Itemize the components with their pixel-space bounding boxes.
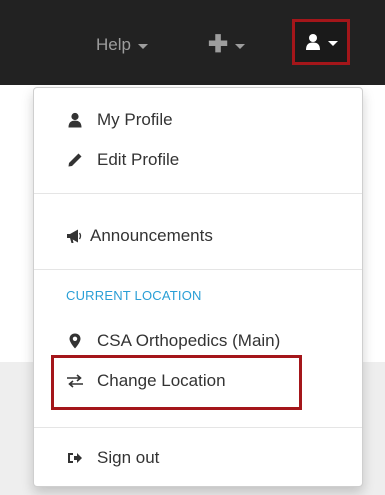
menu-divider — [34, 193, 362, 194]
user-dropdown-menu: My Profile Edit Profile Announcements CU… — [33, 87, 363, 487]
help-label: Help — [96, 35, 131, 54]
menu-item-label: Sign out — [97, 448, 160, 467]
menu-item-my-profile[interactable]: My Profile — [34, 105, 362, 135]
menu-item-label: My Profile — [97, 110, 173, 129]
bullhorn-icon — [66, 227, 84, 245]
help-menu-toggle[interactable]: Help — [96, 23, 148, 67]
current-location-header: CURRENT LOCATION — [66, 288, 202, 303]
user-menu-toggle[interactable] — [292, 19, 350, 65]
menu-item-sign-out[interactable]: Sign out — [34, 443, 362, 473]
menu-divider — [34, 269, 362, 270]
sign-out-icon — [66, 449, 84, 467]
menu-item-label: Announcements — [90, 226, 213, 245]
caret-down-icon — [235, 43, 246, 49]
change-location-highlight — [51, 355, 302, 410]
current-location-value: CSA Orthopedics (Main) — [97, 331, 281, 350]
menu-divider — [34, 427, 362, 428]
navbar: Help ✚ — [0, 0, 385, 85]
user-icon — [305, 34, 320, 50]
map-marker-icon — [66, 332, 84, 350]
add-menu-toggle[interactable]: ✚ — [208, 23, 246, 67]
user-icon — [66, 111, 84, 129]
plus-icon: ✚ — [208, 31, 229, 58]
caret-down-icon — [327, 40, 338, 46]
caret-down-icon — [137, 43, 148, 49]
current-location-item: CSA Orthopedics (Main) — [34, 326, 362, 356]
menu-item-edit-profile[interactable]: Edit Profile — [34, 145, 362, 175]
pencil-icon — [66, 151, 84, 169]
menu-item-announcements[interactable]: Announcements — [34, 221, 362, 251]
menu-item-label: Edit Profile — [97, 150, 180, 169]
